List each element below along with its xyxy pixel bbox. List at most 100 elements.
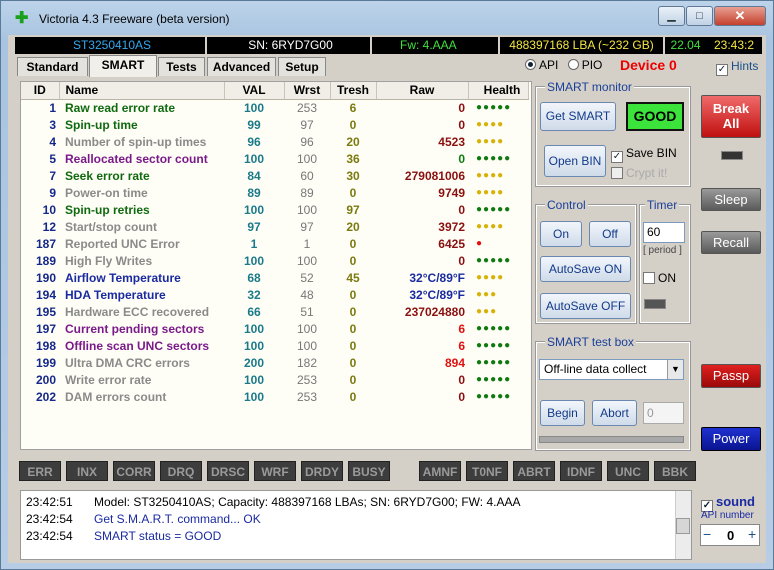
- flag-wrf: WRF: [254, 461, 296, 481]
- timer-on-checkbox[interactable]: [643, 272, 655, 284]
- crypt-option[interactable]: Crypt it!: [611, 166, 667, 180]
- table-row[interactable]: 200 Write error rate 100 253 0 0 ●●●●●: [21, 371, 528, 388]
- row-raw: 0: [458, 253, 465, 268]
- table-row[interactable]: 10 Spin-up retries 100 100 97 0 ●●●●●: [21, 201, 528, 218]
- autosave-on-button[interactable]: AutoSave ON: [540, 256, 631, 282]
- power-button[interactable]: Power: [701, 427, 761, 451]
- decrement-button[interactable]: −: [703, 526, 711, 542]
- row-wrst: 51: [300, 304, 314, 319]
- log-panel[interactable]: 23:42:51 Model: ST3250410AS; Capacity: 48…: [20, 490, 692, 560]
- table-row[interactable]: 187 Reported UNC Error 1 1 0 6425 ●: [21, 235, 528, 252]
- test-type-value: Off-line data collect: [544, 362, 647, 376]
- header-val[interactable]: VAL: [224, 82, 285, 100]
- tab-setup[interactable]: Setup: [278, 57, 326, 76]
- row-name: Write error rate: [65, 372, 152, 387]
- row-tresh: 0: [349, 304, 357, 319]
- table-row[interactable]: 197 Current pending sectors 100 100 0 6 ●●●●●: [21, 320, 528, 337]
- title-bar[interactable]: ✚ Victoria 4.3 Freeware (beta version) ▁…: [1, 1, 773, 37]
- row-val: 97: [247, 219, 261, 234]
- api-number-spinner[interactable]: − 0 +: [700, 524, 760, 546]
- header-health[interactable]: Health: [468, 82, 529, 100]
- timer-on-option[interactable]: ON: [643, 271, 676, 285]
- table-row[interactable]: 7 Seek error rate 84 60 30 279081006 ●●●●: [21, 167, 528, 184]
- chevron-down-icon[interactable]: ▼: [667, 360, 683, 379]
- device-label[interactable]: Device 0: [620, 57, 677, 73]
- row-name: Spin-up time: [65, 117, 138, 132]
- hints-checkbox[interactable]: ✓: [716, 64, 728, 76]
- row-health: ●●●●●: [476, 255, 512, 266]
- maximize-button[interactable]: □: [686, 6, 713, 26]
- row-health: ●●●●: [476, 187, 505, 198]
- header-tresh[interactable]: Tresh: [330, 82, 377, 100]
- table-row[interactable]: 189 High Fly Writes 100 100 0 0 ●●●●●: [21, 252, 528, 269]
- smart-table[interactable]: ID Name VAL Wrst Tresh Raw Health 1 Raw r…: [20, 81, 532, 450]
- save-bin-checkbox[interactable]: ✓: [611, 151, 623, 163]
- row-wrst: 60: [300, 168, 314, 183]
- row-id: 1: [49, 100, 56, 115]
- row-tresh: 20: [346, 219, 360, 234]
- log-scroll-thumb[interactable]: [676, 518, 690, 534]
- test-type-select[interactable]: Off-line data collect ▼: [539, 359, 684, 380]
- break-all-button[interactable]: Break All: [701, 95, 761, 138]
- get-smart-button[interactable]: Get SMART: [540, 102, 616, 131]
- save-bin-option[interactable]: ✓ Save BIN: [611, 146, 677, 163]
- row-val: 100: [243, 253, 265, 268]
- table-row[interactable]: 194 HDA Temperature 32 48 0 32°C/89°F ●●●: [21, 286, 528, 303]
- tab-tests[interactable]: Tests: [158, 57, 205, 76]
- autosave-off-button[interactable]: AutoSave OFF: [540, 293, 631, 319]
- hints-option[interactable]: ✓ Hints: [716, 59, 758, 76]
- close-button[interactable]: ✕: [714, 6, 766, 26]
- header-raw[interactable]: Raw: [376, 82, 469, 100]
- crypt-checkbox[interactable]: [611, 167, 623, 179]
- row-tresh: 45: [346, 270, 360, 285]
- row-wrst: 89: [300, 185, 314, 200]
- table-row[interactable]: 199 Ultra DMA CRC errors 200 182 0 894 ●●●●●: [21, 354, 528, 371]
- row-name: HDA Temperature: [65, 287, 166, 302]
- row-name: Offline scan UNC sectors: [65, 338, 210, 353]
- abort-button[interactable]: Abort: [592, 400, 637, 426]
- table-row[interactable]: 190 Airflow Temperature 68 52 45 32°C/89°F ●●●…: [21, 269, 528, 286]
- header-id[interactable]: ID: [21, 82, 60, 100]
- header-wrst[interactable]: Wrst: [284, 82, 331, 100]
- table-row[interactable]: 4 Number of spin-up times 96 96 20 4523 ●●●●: [21, 133, 528, 150]
- passp-button[interactable]: Passp: [701, 364, 761, 388]
- row-raw: 0: [458, 389, 465, 404]
- table-row[interactable]: 12 Start/stop count 97 97 20 3972 ●●●●: [21, 218, 528, 235]
- row-tresh: 0: [349, 236, 357, 251]
- test-progress-input[interactable]: 0: [643, 402, 684, 424]
- row-raw: 6425: [438, 236, 465, 251]
- row-raw: 3972: [438, 219, 465, 234]
- begin-button[interactable]: Begin: [540, 400, 585, 426]
- control-title: Control: [545, 198, 588, 212]
- row-id: 12: [42, 219, 56, 234]
- table-row[interactable]: 3 Spin-up time 99 97 0 0 ●●●●: [21, 116, 528, 133]
- table-row[interactable]: 1 Raw read error rate 100 253 6 0 ●●●●●: [21, 99, 528, 116]
- timer-input[interactable]: 60: [643, 222, 685, 243]
- table-row[interactable]: 198 Offline scan UNC sectors 100 100 0 6 ●●●●●: [21, 337, 528, 354]
- row-health: ●●●●●: [476, 374, 512, 385]
- row-name: Ultra DMA CRC errors: [65, 355, 190, 370]
- flag-unc: UNC: [607, 461, 649, 481]
- row-health: ●●●●: [476, 272, 505, 283]
- table-row[interactable]: 195 Hardware ECC recovered 66 51 0 237024880 ●…: [21, 303, 528, 320]
- timer-on-label: ON: [658, 271, 676, 285]
- api-radio[interactable]: [525, 59, 536, 70]
- tab-advanced[interactable]: Advanced: [207, 57, 276, 76]
- minimize-button[interactable]: ▁: [658, 6, 685, 26]
- pio-radio[interactable]: [567, 59, 579, 70]
- table-row[interactable]: 9 Power-on time 89 89 0 9749 ●●●●: [21, 184, 528, 201]
- recall-button[interactable]: Recall: [701, 231, 761, 254]
- tab-smart[interactable]: SMART: [89, 55, 157, 77]
- table-row[interactable]: 5 Reallocated sector count 100 100 36 0 ●●●●●: [21, 150, 528, 167]
- row-wrst: 96: [300, 134, 314, 149]
- off-button[interactable]: Off: [589, 221, 631, 247]
- open-bin-button[interactable]: Open BIN: [544, 145, 606, 177]
- header-name[interactable]: Name: [59, 82, 225, 100]
- row-id: 197: [35, 321, 56, 336]
- sleep-button[interactable]: Sleep: [701, 188, 761, 211]
- table-row[interactable]: 202 DAM errors count 100 253 0 0 ●●●●●: [21, 388, 528, 405]
- tab-standard[interactable]: Standard: [17, 57, 88, 76]
- increment-button[interactable]: +: [748, 526, 756, 542]
- on-button[interactable]: On: [540, 221, 582, 247]
- row-id: 199: [35, 355, 56, 370]
